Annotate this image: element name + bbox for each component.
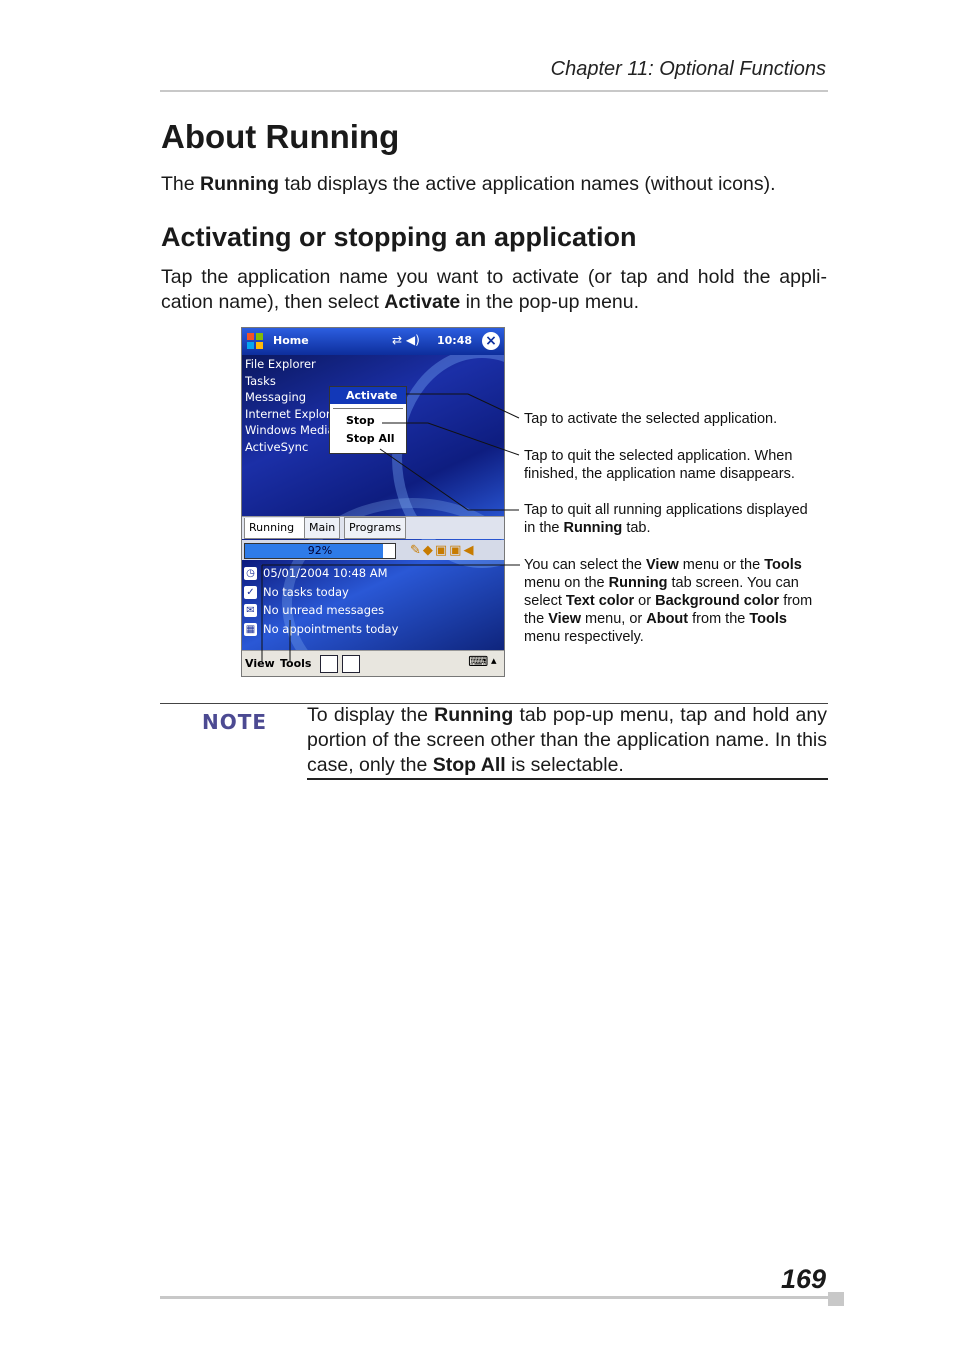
note-bottom-rule <box>307 778 828 780</box>
leader-stop-all <box>379 448 519 511</box>
callout-leaders <box>261 393 520 662</box>
callout-stop-all: Tap to quit all running applications dis… <box>524 502 808 536</box>
leader-activate <box>406 393 520 419</box>
callout-activate: Tap to activate the selected application… <box>524 411 778 427</box>
leader-stop <box>382 422 520 456</box>
page-number: 169 <box>780 1264 826 1294</box>
footer-marker <box>828 1292 844 1306</box>
note-text: To display the Running tab pop-up menu, … <box>307 704 827 776</box>
callout-menus: You can select the View menu or the Tool… <box>524 557 813 645</box>
footer-rule <box>160 1296 828 1299</box>
note-label: NOTE <box>202 710 268 734</box>
callout-stop: Tap to quit the selected application. Wh… <box>524 448 795 482</box>
